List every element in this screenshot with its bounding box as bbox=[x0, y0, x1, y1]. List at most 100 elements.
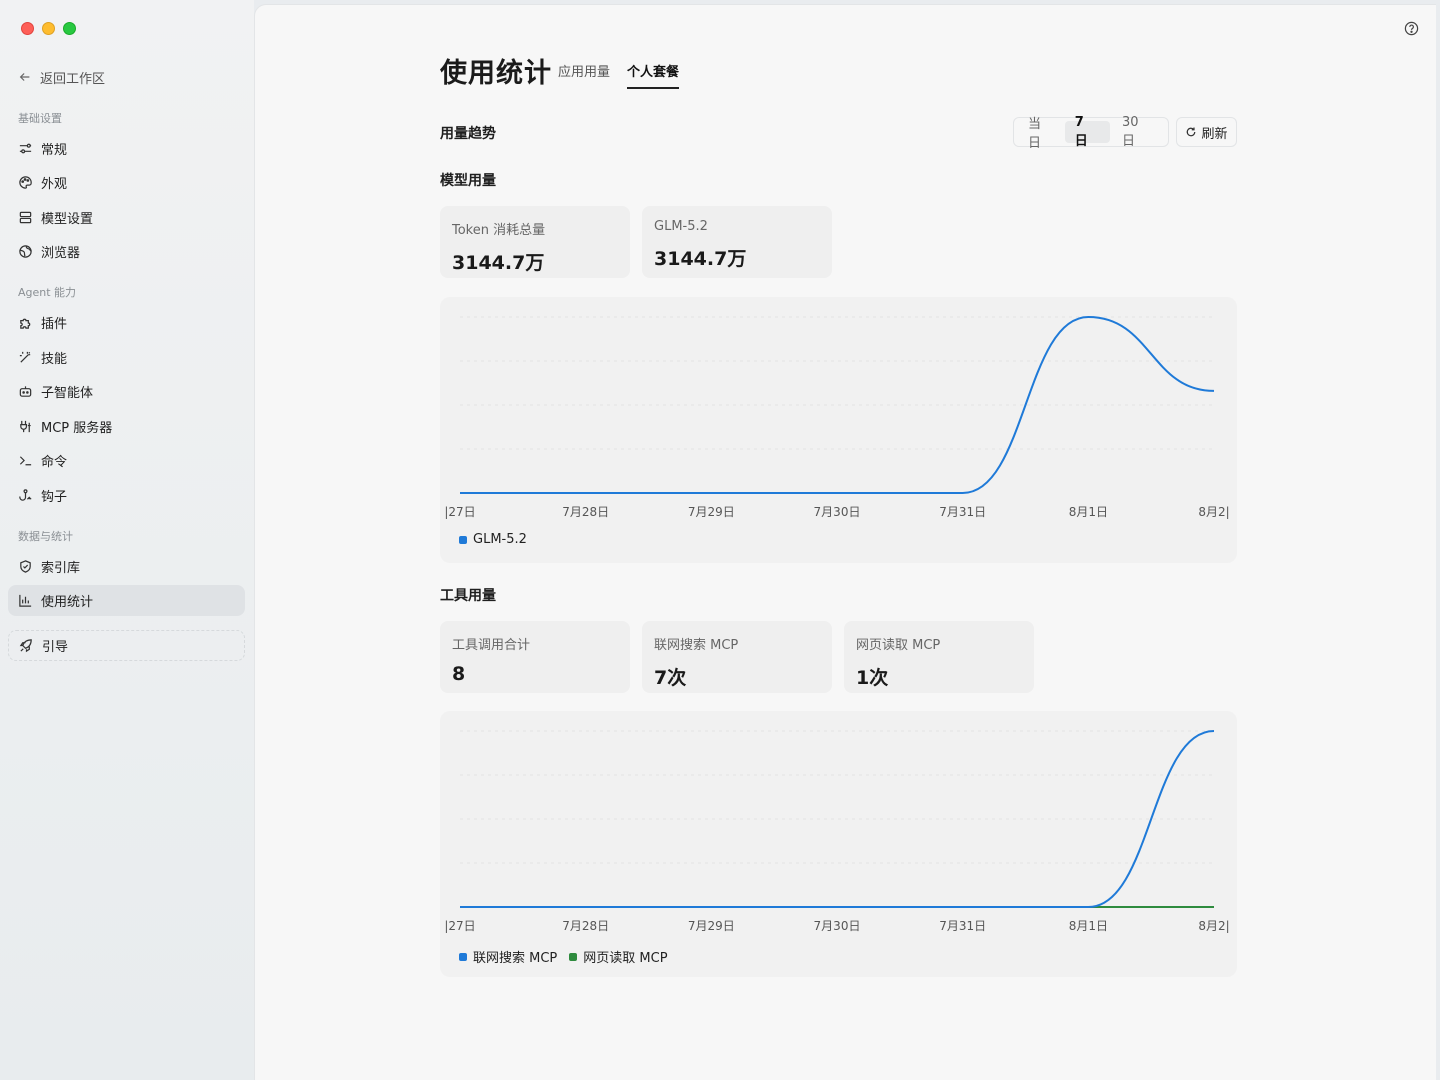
x-tick-label: 7月30日 bbox=[814, 505, 861, 519]
stat-value: 1次 bbox=[856, 667, 889, 689]
stat-label: 网页读取 MCP bbox=[856, 638, 941, 653]
page-title: 使用统计 bbox=[440, 58, 552, 89]
stat-card-web-search: 联网搜索 MCP 7次 bbox=[642, 621, 832, 693]
stat-card-tool-total: 工具调用合计 8 bbox=[440, 621, 630, 693]
sidebar-item-hooks[interactable]: 钩子 bbox=[8, 480, 245, 511]
x-tick-label: 7月28日 bbox=[562, 505, 609, 519]
refresh-button[interactable]: 刷新 bbox=[1176, 117, 1237, 147]
server-icon bbox=[19, 211, 32, 224]
range-selector: 当日 7 日 30 日 bbox=[1013, 115, 1169, 151]
terminal-icon bbox=[19, 456, 32, 466]
model-usage-title: 模型用量 bbox=[440, 173, 496, 189]
palette-icon bbox=[19, 176, 32, 189]
model-usage-chart-svg: |27日 7月28日 7月29日 7月30日 7月31日 8月1日 8月2| bbox=[444, 315, 1230, 519]
sidebar-item-general[interactable]: 常规 bbox=[8, 133, 245, 164]
wand-icon bbox=[19, 351, 31, 363]
sidebar-item-label: 常规 bbox=[41, 143, 68, 158]
main-panel: 使用统计 应用用量 个人套餐 用量趋势 当日 7 日 30 日 刷新 模型用量 … bbox=[254, 4, 1436, 1080]
stat-label: 联网搜索 MCP bbox=[654, 638, 739, 653]
stat-label: Token 消耗总量 bbox=[452, 223, 546, 238]
legend-item[interactable]: GLM-5.2 bbox=[459, 532, 527, 547]
range-today-button[interactable]: 当日 bbox=[1018, 117, 1063, 151]
model-chart-legend: GLM-5.2 bbox=[459, 532, 527, 547]
refresh-label: 刷新 bbox=[1201, 126, 1228, 142]
close-window-button[interactable] bbox=[21, 22, 34, 35]
model-usage-chart: |27日 7月28日 7月29日 7月30日 7月31日 8月1日 8月2| GLM-5.2 bbox=[440, 297, 1237, 563]
sidebar: 返回工作区 基础设置 常规 外观 模型设置 浏览器 Agent 能力 插件 技能… bbox=[0, 0, 254, 1080]
range-7d-button[interactable]: 7 日 bbox=[1064, 115, 1110, 149]
tool-usage-chart-svg: |27日 7月28日 7月29日 7月30日 7月31日 8月1日 8月2| bbox=[444, 730, 1230, 933]
sidebar-item-usage-stats[interactable]: 使用统计 bbox=[8, 585, 245, 616]
sidebar-item-label: 插件 bbox=[41, 317, 68, 332]
help-icon[interactable] bbox=[1404, 21, 1419, 36]
x-tick-label: 8月2| bbox=[1198, 919, 1229, 933]
stat-value: 3144.7万 bbox=[452, 252, 545, 274]
legend-label: GLM-5.2 bbox=[473, 532, 527, 547]
sidebar-item-label: 模型设置 bbox=[41, 212, 94, 227]
sidebar-item-label: 浏览器 bbox=[41, 246, 81, 261]
back-to-workspace-link[interactable]: 返回工作区 bbox=[18, 66, 105, 88]
x-tick-label: 8月2| bbox=[1198, 505, 1229, 519]
sidebar-item-skills[interactable]: 技能 bbox=[8, 342, 245, 373]
x-tick-label: 7月29日 bbox=[688, 505, 735, 519]
window-controls bbox=[21, 22, 76, 35]
tab-personal-plan[interactable]: 个人套餐 bbox=[627, 61, 680, 89]
bar-chart-icon bbox=[19, 594, 32, 607]
sidebar-item-guide[interactable]: 引导 bbox=[8, 630, 245, 661]
x-tick-label: 7月28日 bbox=[562, 919, 609, 933]
tool-chart-legend: 联网搜索 MCP 网页读取 MCP bbox=[459, 947, 668, 966]
stat-card-total-tokens: Token 消耗总量 3144.7万 bbox=[440, 206, 630, 278]
rocket-icon bbox=[19, 639, 32, 653]
x-tick-label: 8月1日 bbox=[1069, 919, 1108, 933]
bot-icon bbox=[19, 386, 32, 397]
sidebar-item-index[interactable]: 索引库 bbox=[8, 551, 245, 582]
legend-label: 联网搜索 MCP bbox=[473, 951, 558, 966]
sidebar-item-label: 技能 bbox=[41, 352, 68, 367]
tool-usage-chart: |27日 7月28日 7月29日 7月30日 7月31日 8月1日 8月2| 联网搜索 MC… bbox=[440, 711, 1237, 977]
sidebar-item-label: 引导 bbox=[42, 640, 69, 655]
sidebar-item-label: 钩子 bbox=[41, 490, 68, 505]
shield-icon bbox=[20, 560, 31, 573]
hook-icon bbox=[19, 489, 32, 501]
sidebar-item-label: 外观 bbox=[41, 177, 68, 192]
sidebar-item-label: 索引库 bbox=[41, 561, 81, 576]
stat-value: 7次 bbox=[654, 667, 687, 689]
x-tick-label: 7月31日 bbox=[939, 919, 986, 933]
legend-label: 网页读取 MCP bbox=[583, 951, 668, 966]
legend-swatch bbox=[459, 952, 467, 961]
x-tick-label: |27日 bbox=[444, 505, 475, 519]
range-30d-button[interactable]: 30 日 bbox=[1112, 115, 1164, 149]
stat-value: 3144.7万 bbox=[654, 248, 747, 270]
plug-icon bbox=[20, 420, 31, 433]
x-tick-label: 7月29日 bbox=[688, 919, 735, 933]
sidebar-item-label: 命令 bbox=[41, 455, 68, 470]
x-tick-label: 8月1日 bbox=[1069, 505, 1108, 519]
sidebar-item-browser[interactable]: 浏览器 bbox=[8, 236, 245, 267]
stat-label: 工具调用合计 bbox=[452, 638, 531, 653]
sidebar-item-plugins[interactable]: 插件 bbox=[8, 307, 245, 338]
arrow-left-icon bbox=[19, 73, 30, 81]
sidebar-item-commands[interactable]: 命令 bbox=[8, 445, 245, 476]
zoom-window-button[interactable] bbox=[63, 22, 76, 35]
sidebar-item-appearance[interactable]: 外观 bbox=[8, 167, 245, 198]
back-label: 返回工作区 bbox=[40, 71, 106, 87]
group-title-agent: Agent 能力 bbox=[18, 286, 77, 299]
x-tick-label: 7月31日 bbox=[939, 505, 986, 519]
legend-item[interactable]: 网页读取 MCP bbox=[569, 947, 668, 966]
legend-swatch bbox=[569, 952, 578, 961]
sidebar-item-model-settings[interactable]: 模型设置 bbox=[8, 202, 245, 233]
stat-label: GLM-5.2 bbox=[654, 219, 708, 234]
stat-value: 8 bbox=[452, 663, 466, 685]
globe-icon bbox=[19, 245, 32, 258]
sidebar-item-subagents[interactable]: 子智能体 bbox=[8, 376, 245, 407]
stat-card-glm: GLM-5.2 3144.7万 bbox=[642, 206, 832, 278]
legend-item[interactable]: 联网搜索 MCP bbox=[459, 947, 557, 966]
tab-app-usage[interactable]: 应用用量 bbox=[558, 61, 610, 89]
sidebar-item-mcp-servers[interactable]: MCP 服务器 bbox=[8, 411, 245, 442]
minimize-window-button[interactable] bbox=[42, 22, 55, 35]
puzzle-icon bbox=[20, 318, 31, 329]
tool-usage-title: 工具用量 bbox=[440, 588, 496, 604]
trend-title: 用量趋势 bbox=[440, 126, 496, 142]
sidebar-item-label: 使用统计 bbox=[41, 595, 94, 610]
legend-swatch bbox=[459, 535, 467, 544]
